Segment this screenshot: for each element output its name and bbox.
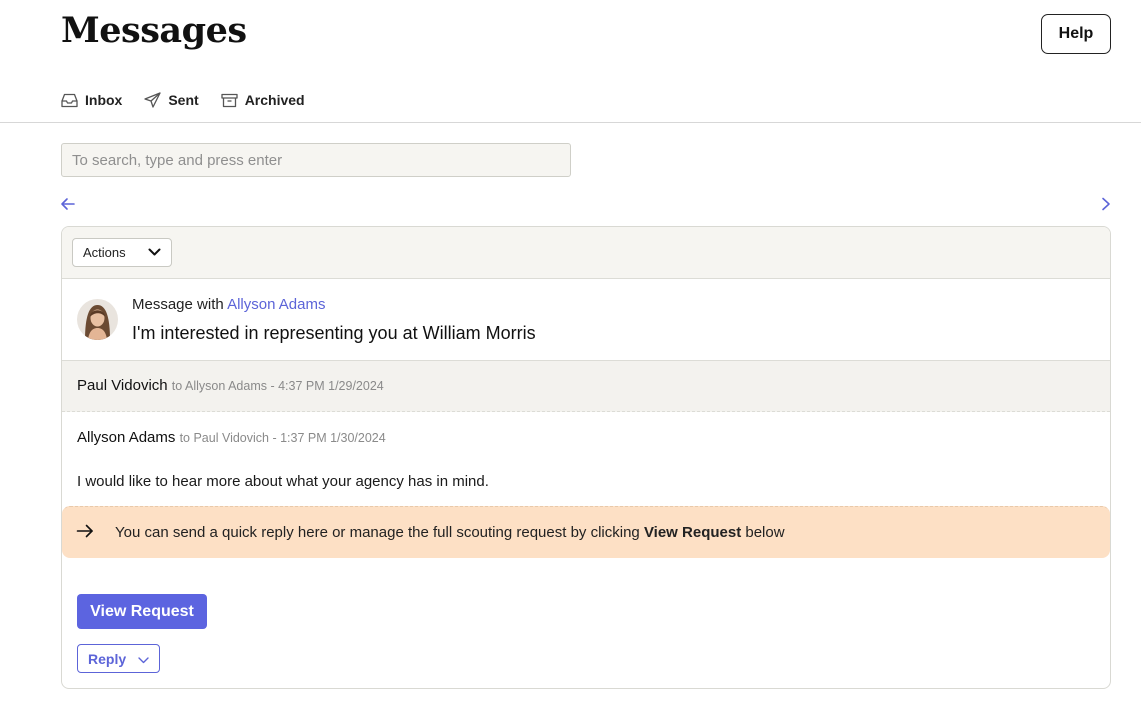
reply-button[interactable]: Reply <box>77 644 160 673</box>
quick-reply-hint: You can send a quick reply here or manag… <box>62 506 1110 558</box>
hint-text-bold: View Request <box>643 524 742 541</box>
thread-header: Message with Allyson Adams I'm intereste… <box>62 279 1110 361</box>
tab-sent[interactable]: Sent <box>144 92 199 108</box>
hint-text-after: below <box>745 524 785 541</box>
avatar <box>77 299 118 340</box>
chevron-down-icon <box>138 651 149 667</box>
thread-subject: I'm interested in representing you at Wi… <box>132 323 536 343</box>
contact-link[interactable]: Allyson Adams <box>227 296 325 313</box>
message-meta: to Paul Vidovich - 1:37 PM 1/30/2024 <box>179 431 386 445</box>
archive-icon <box>221 93 238 108</box>
tab-inbox-label: Inbox <box>85 92 123 108</box>
message-body: I would like to hear more about what you… <box>77 473 489 490</box>
arrow-right-icon <box>76 523 94 543</box>
hint-text: You can send a quick reply here or manag… <box>115 524 785 541</box>
view-request-button[interactable]: View Request <box>77 594 207 629</box>
message-item-collapsed[interactable]: Paul Vidovich to Allyson Adams - 4:37 PM… <box>62 361 1110 412</box>
message-header: Paul Vidovich to Allyson Adams - 4:37 PM… <box>77 377 384 394</box>
tab-inbox[interactable]: Inbox <box>61 92 122 108</box>
actions-dropdown[interactable]: Actions <box>72 238 172 267</box>
tab-sent-label: Sent <box>168 92 199 108</box>
hint-text-before: You can send a quick reply here or manag… <box>115 524 640 541</box>
actions-label: Actions <box>83 245 126 260</box>
thread-participants: Message with Allyson Adams <box>132 296 325 313</box>
message-sender: Paul Vidovich <box>77 377 168 394</box>
help-button[interactable]: Help <box>1041 14 1111 54</box>
message-card: Actions Message with Allyson Adams I'm i… <box>61 226 1111 689</box>
mailbox-tabs: Inbox Sent Archived <box>61 92 305 108</box>
tab-archived-label: Archived <box>244 92 305 108</box>
inbox-icon <box>61 93 78 108</box>
page-title: Messages <box>61 10 247 51</box>
message-item-expanded: Allyson Adams to Paul Vidovich - 1:37 PM… <box>62 412 1110 506</box>
search-input[interactable] <box>61 143 571 177</box>
card-toolbar: Actions <box>62 227 1110 279</box>
chevron-down-icon <box>148 245 161 260</box>
message-sender: Allyson Adams <box>77 429 176 446</box>
message-meta: to Allyson Adams - 4:37 PM 1/29/2024 <box>171 379 384 393</box>
send-icon <box>144 92 161 108</box>
tabs-divider <box>0 122 1141 123</box>
next-chevron-icon[interactable] <box>1099 196 1113 217</box>
back-arrow-icon[interactable] <box>60 196 76 217</box>
message-header: Allyson Adams to Paul Vidovich - 1:37 PM… <box>77 429 386 446</box>
thread-prefix: Message with <box>132 296 224 313</box>
reply-label: Reply <box>88 650 127 667</box>
tab-archived[interactable]: Archived <box>221 92 305 108</box>
